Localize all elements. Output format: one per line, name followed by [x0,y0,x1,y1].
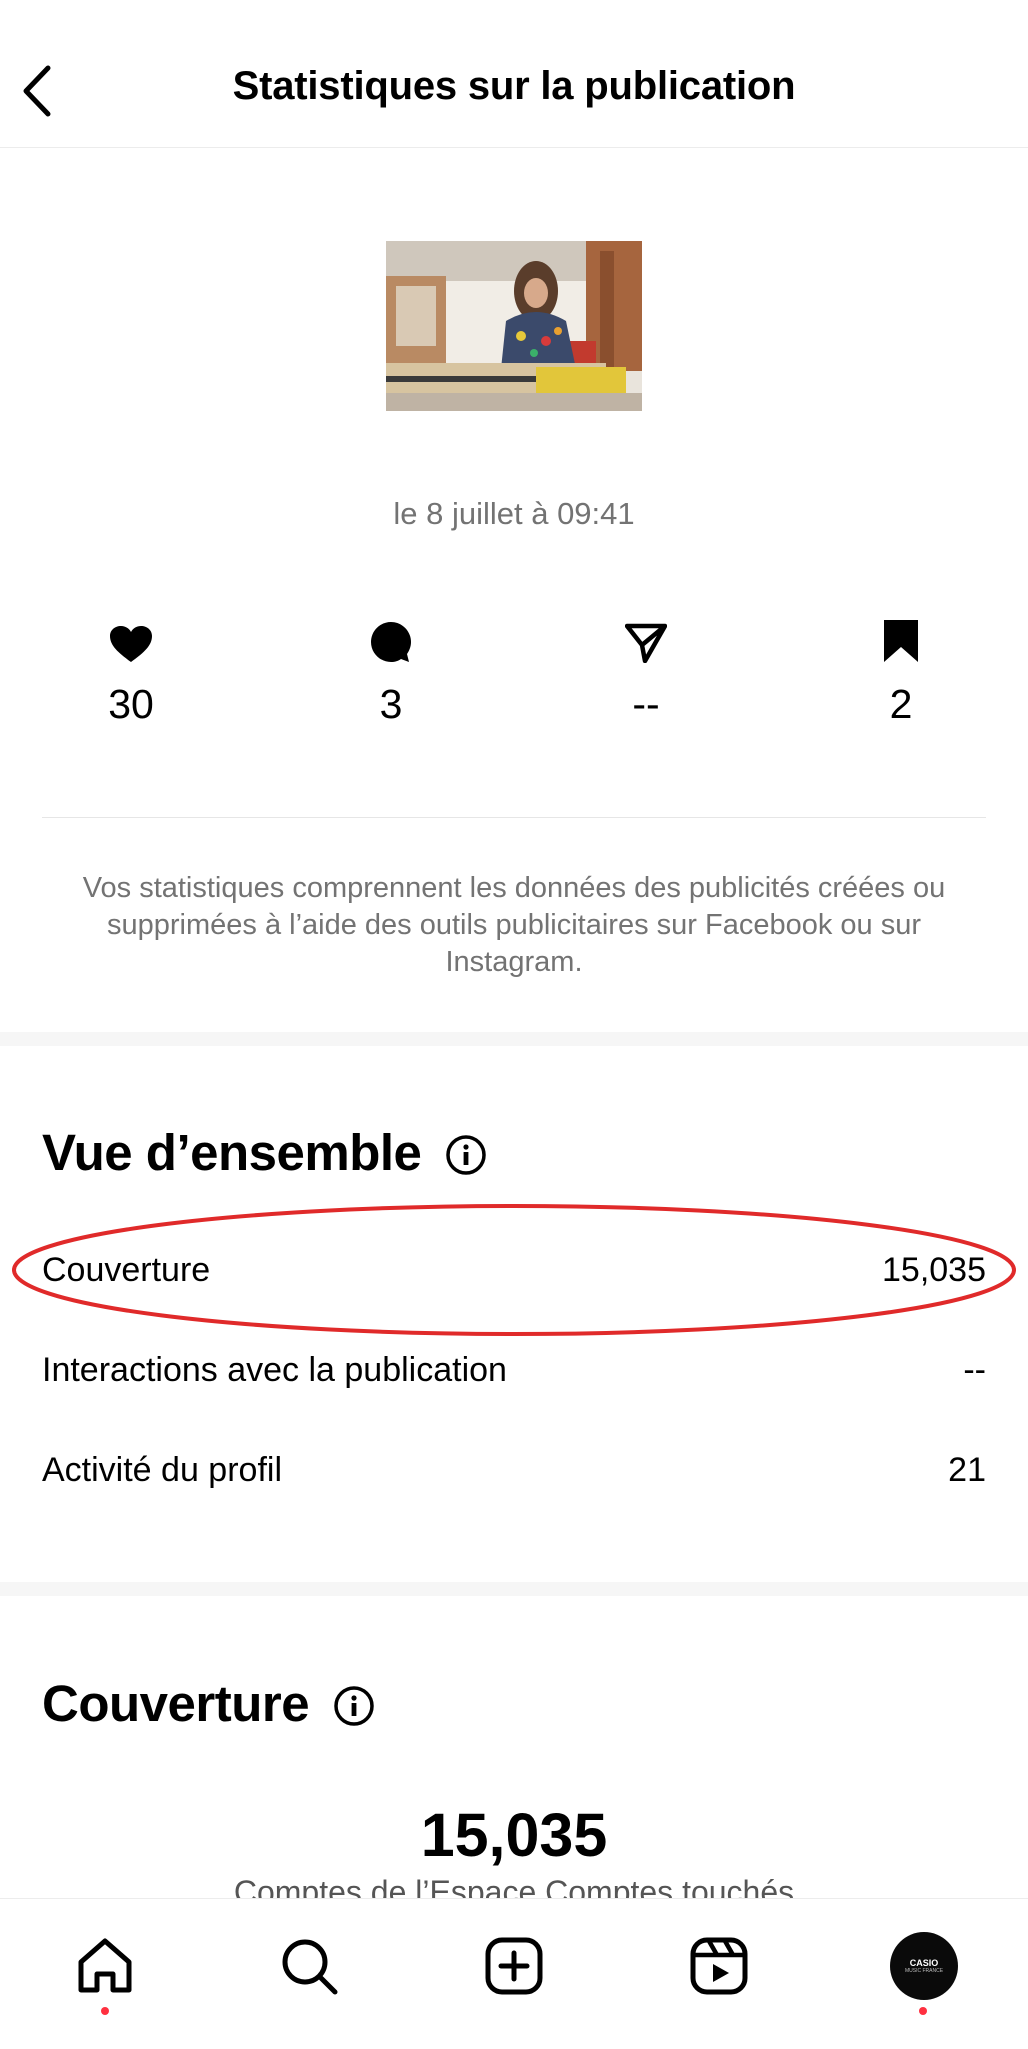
page-title: Statistiques sur la publication [232,64,796,108]
reach-value: 15,035 [420,1801,608,1869]
profile-avatar[interactable]: CASIO MUSIC FRANCE [889,1931,959,2001]
comments-metric: 3 [311,615,471,728]
home-icon[interactable] [70,1931,140,2001]
share-icon [566,615,726,663]
divider [42,817,986,818]
comment-icon [311,615,471,663]
row-label: Activité du profil [42,1450,282,1489]
row-value: -- [963,1350,986,1389]
reels-icon[interactable] [684,1931,754,2001]
saves-count: 2 [889,681,913,727]
avatar: CASIO MUSIC FRANCE [890,1932,958,2000]
overview-row-interactions[interactable]: Interactions avec la publication -- [42,1340,986,1400]
reach-title: Couverture [42,1675,310,1732]
likes-metric: 30 [51,615,211,728]
bottom-tab-bar: CASIO MUSIC FRANCE [0,1898,1028,2049]
overview-row-profile-activity[interactable]: Activité du profil 21 [42,1440,986,1500]
notification-dot [101,2007,109,2015]
post-date: le 8 juillet à 09:41 [393,496,635,531]
heart-icon [51,615,211,663]
section-separator [0,1032,1028,1046]
avatar-logo-text: CASIO [909,1958,939,1968]
overview-row-couverture[interactable]: Couverture 15,035 [42,1240,986,1300]
row-label: Interactions avec la publication [42,1350,507,1389]
info-icon[interactable] [445,1134,487,1176]
row-value: 15,035 [882,1250,986,1289]
section-separator [0,1582,1028,1596]
comments-count: 3 [379,681,403,727]
info-icon[interactable] [333,1685,375,1727]
overview-title: Vue d’ensemble [42,1124,422,1181]
stats-disclaimer: Vos statistiques comprennent les données… [82,872,946,978]
post-thumbnail[interactable] [386,241,642,411]
saves-metric: 2 [821,615,981,728]
shares-count: -- [632,681,660,727]
bookmark-icon [821,615,981,663]
shares-metric: -- [566,615,726,728]
search-icon[interactable] [274,1931,344,2001]
notification-dot [919,2007,927,2015]
create-icon[interactable] [479,1931,549,2001]
row-value: 21 [948,1450,986,1489]
likes-count: 30 [108,681,154,727]
row-label: Couverture [42,1250,211,1289]
avatar-logo-subtext: MUSIC FRANCE [904,1968,944,1974]
header: Statistiques sur la publication [0,0,1028,148]
